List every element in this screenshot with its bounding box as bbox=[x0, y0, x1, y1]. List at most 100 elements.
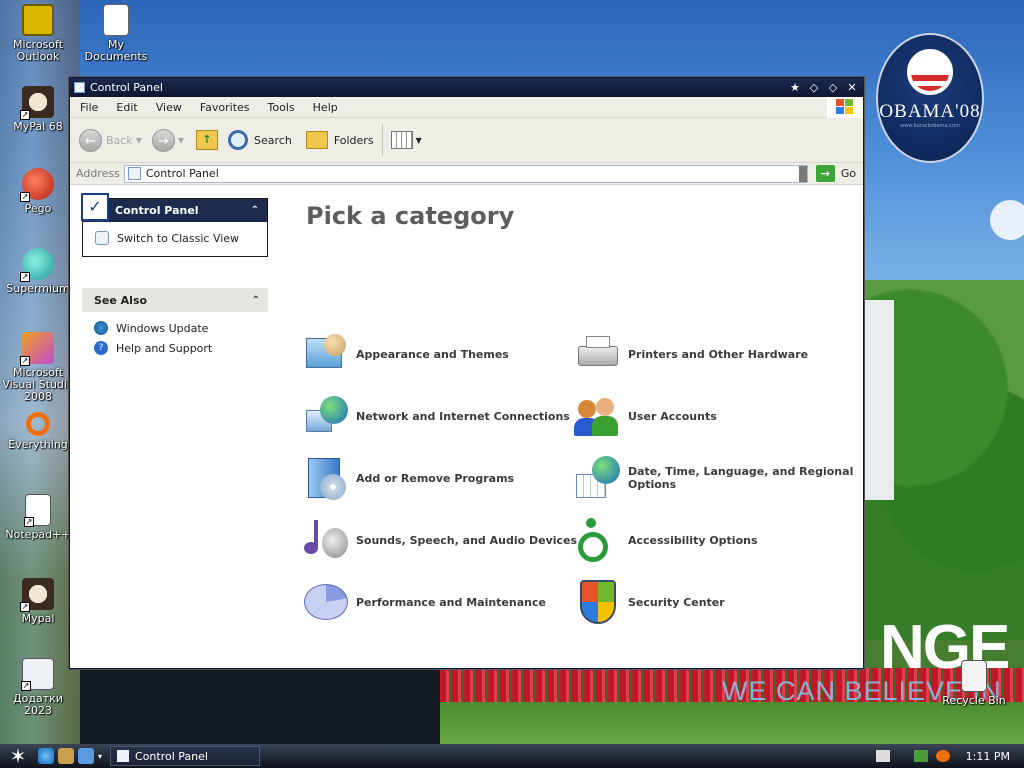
menu-tools[interactable]: Tools bbox=[258, 101, 303, 114]
chevron-down-icon[interactable]: ▾ bbox=[98, 752, 102, 761]
folder-icon: ↗ bbox=[21, 658, 54, 691]
category-security-center[interactable]: Security Center bbox=[574, 578, 725, 626]
desktop-icon-recycle-bin[interactable]: Recycle Bin bbox=[936, 660, 1012, 707]
category-label: Add or Remove Programs bbox=[356, 471, 515, 485]
address-dropdown-button[interactable] bbox=[798, 165, 807, 182]
category-performance-maintenance[interactable]: Performance and Maintenance bbox=[302, 578, 546, 626]
category-label: Security Center bbox=[628, 595, 725, 609]
desktop-icon-label: Microsoft Visual Studio 2008 bbox=[2, 366, 74, 403]
category-user-accounts[interactable]: User Accounts bbox=[574, 392, 717, 440]
category-network-internet[interactable]: Network and Internet Connections bbox=[302, 392, 570, 440]
star-icon[interactable]: ★ bbox=[787, 81, 803, 95]
quick-launch-media-icon[interactable] bbox=[78, 748, 94, 764]
category-label: Accessibility Options bbox=[628, 533, 758, 547]
quick-launch-folder-icon[interactable] bbox=[58, 748, 74, 764]
network-icon bbox=[302, 392, 350, 440]
task-pane: ✓ Control Panel ⌃ Switch to Classic View… bbox=[70, 186, 280, 668]
category-label: Network and Internet Connections bbox=[356, 409, 570, 423]
visual-studio-icon: ↗ bbox=[20, 332, 54, 366]
add-remove-programs-icon bbox=[302, 454, 350, 502]
go-arrow-icon: → bbox=[815, 165, 835, 182]
category-accessibility[interactable]: Accessibility Options bbox=[574, 516, 758, 564]
category-appearance-themes[interactable]: Appearance and Themes bbox=[302, 330, 509, 378]
windows-logo bbox=[827, 96, 863, 118]
desktop-icon-notepadpp[interactable]: ↗ Notepad++ bbox=[0, 494, 76, 541]
clock[interactable]: 1:11 PM bbox=[966, 750, 1010, 763]
desktop-icon-label: Everything bbox=[8, 438, 68, 451]
security-shield-icon bbox=[574, 578, 622, 626]
obama-badge-name: OBAMA'08 bbox=[879, 101, 981, 122]
obama-logo-icon bbox=[907, 49, 953, 95]
desktop-icon-pego[interactable]: ↗ Pego bbox=[0, 168, 76, 215]
search-button[interactable]: Search bbox=[228, 130, 292, 150]
menu-view[interactable]: View bbox=[146, 101, 190, 114]
desktop-icon-my-documents[interactable]: My Documents bbox=[78, 4, 154, 63]
network-tray-icon[interactable] bbox=[913, 750, 928, 762]
control-panel-small-icon bbox=[117, 750, 130, 762]
minimize-button[interactable]: ◇ bbox=[806, 81, 822, 95]
search-icon bbox=[228, 130, 249, 150]
desktop-icon-everything[interactable]: Everything bbox=[0, 412, 76, 451]
desktop-icon-supermium[interactable]: ↗ Supermium bbox=[0, 248, 76, 295]
internet-explorer-icon[interactable] bbox=[38, 748, 54, 764]
sound-icon bbox=[302, 516, 350, 564]
date-time-globe-icon bbox=[574, 454, 622, 502]
category-date-time-language[interactable]: Date, Time, Language, and Regional Optio… bbox=[574, 454, 863, 502]
up-folder-button[interactable]: ↑ bbox=[196, 130, 219, 150]
windows-update-link[interactable]: Windows Update bbox=[82, 318, 268, 338]
window-title-bar[interactable]: Control Panel ★ ◇ ◇ ✕ bbox=[70, 78, 863, 97]
menu-bar: File Edit View Favorites Tools Help bbox=[70, 96, 863, 118]
desktop-icon-label: Pego bbox=[24, 202, 52, 215]
desktop-icon-label: My Documents bbox=[84, 38, 148, 63]
collapse-chevron-icon[interactable]: ⌃ bbox=[251, 205, 259, 216]
category-sounds-audio[interactable]: Sounds, Speech, and Audio Devices bbox=[302, 516, 577, 564]
category-label: Performance and Maintenance bbox=[356, 595, 546, 609]
category-add-remove-programs[interactable]: Add or Remove Programs bbox=[302, 454, 514, 502]
chevron-down-icon: ▼ bbox=[415, 135, 422, 145]
go-button[interactable]: → Go bbox=[815, 165, 856, 182]
desktop-icon-dodatky[interactable]: ↗ Додатки 2023 bbox=[0, 658, 76, 717]
desktop-icon-label: MyPal 68 bbox=[13, 120, 63, 133]
category-printers-hardware[interactable]: Printers and Other Hardware bbox=[574, 330, 808, 378]
help-support-link[interactable]: ? Help and Support bbox=[82, 338, 268, 358]
category-label: Appearance and Themes bbox=[356, 347, 509, 361]
control-panel-checklist-icon: ✓ bbox=[81, 192, 109, 221]
desktop-icon-mypal[interactable]: ↗ Mypal bbox=[0, 578, 76, 625]
control-panel-box-header[interactable]: ✓ Control Panel ⌃ bbox=[81, 192, 268, 222]
menu-file[interactable]: File bbox=[70, 101, 106, 114]
forward-button[interactable]: → ▼ bbox=[151, 128, 185, 152]
classic-view-icon bbox=[95, 231, 109, 245]
everything-tray-icon[interactable] bbox=[935, 750, 950, 762]
desktop-icon-label: Recycle Bin bbox=[942, 694, 1006, 707]
folders-button[interactable]: Folders bbox=[305, 131, 374, 149]
chevron-down-icon: ▼ bbox=[135, 135, 142, 145]
back-button[interactable]: ← Back ▼ bbox=[79, 128, 142, 152]
control-panel-box: ✓ Control Panel ⌃ Switch to Classic View bbox=[81, 192, 268, 257]
wallpaper-shadow bbox=[80, 668, 460, 748]
keyboard-icon[interactable] bbox=[875, 750, 890, 762]
desktop-icon-visual-studio[interactable]: ↗ Microsoft Visual Studio 2008 bbox=[0, 332, 76, 403]
taskbar: ✶ ▾ Control Panel 1:11 PM bbox=[0, 744, 1024, 768]
menu-favorites[interactable]: Favorites bbox=[190, 101, 258, 114]
menu-edit[interactable]: Edit bbox=[106, 101, 145, 114]
address-input[interactable]: Control Panel bbox=[123, 164, 808, 183]
windows-flag-icon bbox=[836, 99, 854, 115]
folders-label: Folders bbox=[333, 133, 374, 147]
recycle-bin-icon bbox=[961, 660, 987, 692]
menu-help[interactable]: Help bbox=[303, 101, 346, 114]
folders-icon bbox=[305, 131, 328, 149]
taskbar-control-panel-button[interactable]: Control Panel bbox=[110, 746, 261, 766]
close-button[interactable]: ✕ bbox=[844, 81, 860, 95]
collapse-chevron-icon[interactable]: ⌃ bbox=[252, 295, 260, 306]
start-button[interactable]: ✶ bbox=[0, 744, 36, 768]
control-panel-small-icon bbox=[127, 167, 141, 180]
views-button[interactable]: ▼ bbox=[390, 131, 422, 149]
address-label: Address bbox=[76, 167, 120, 180]
control-panel-box-title: Control Panel bbox=[115, 204, 199, 217]
desktop-icon-mypal68[interactable]: ↗ MyPal 68 bbox=[0, 86, 76, 133]
switch-classic-view-link[interactable]: Switch to Classic View bbox=[83, 228, 267, 248]
see-also-header[interactable]: See Also ⌃ bbox=[82, 288, 268, 312]
chevron-down-icon: ▼ bbox=[177, 135, 185, 145]
maximize-button[interactable]: ◇ bbox=[825, 81, 841, 95]
desktop-icon-outlook[interactable]: Microsoft Outlook bbox=[0, 4, 76, 63]
